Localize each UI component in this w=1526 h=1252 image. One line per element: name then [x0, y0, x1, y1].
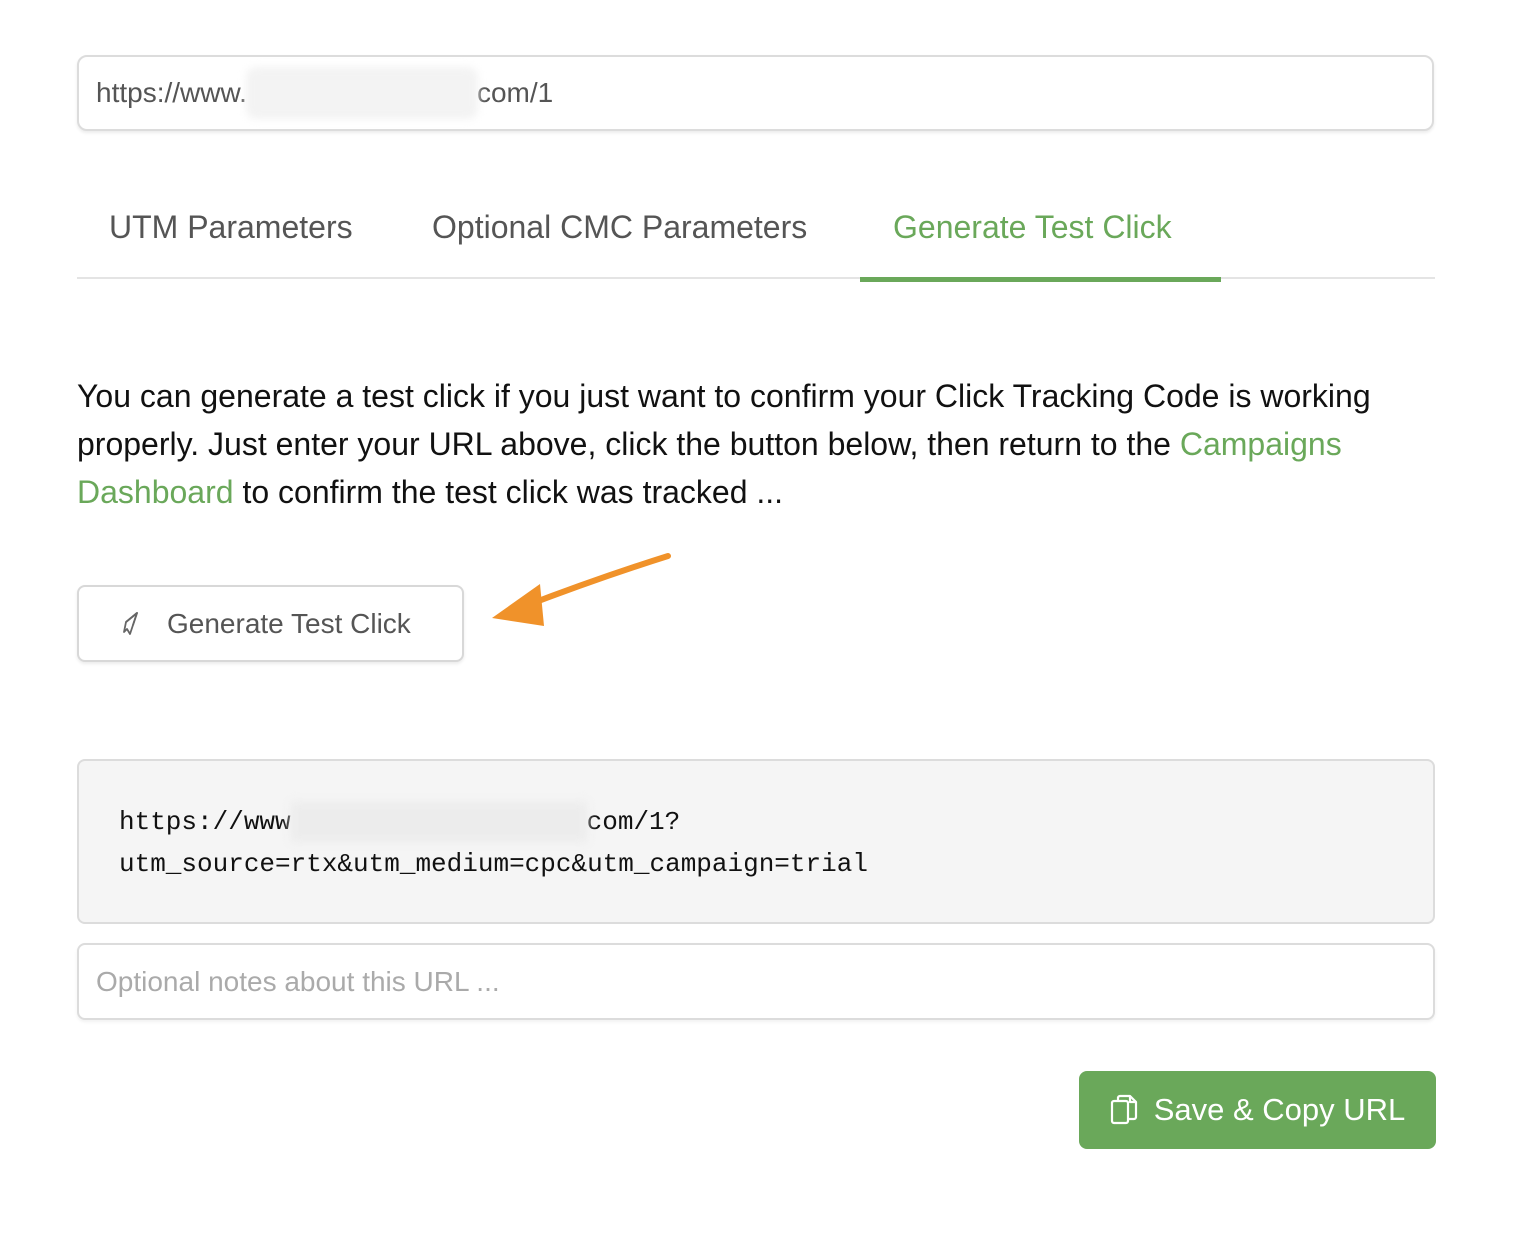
tab-bar: UTM Parameters Optional CMC Parameters G…	[77, 195, 1435, 282]
description-text: You can generate a test click if you jus…	[77, 372, 1447, 516]
url-input[interactable]: https://www. com/1	[77, 55, 1434, 131]
generated-url-box: https://www com/1? utm_source=rtx&utm_med…	[77, 759, 1435, 924]
generated-url-line2: utm_source=rtx&utm_medium=cpc&utm_campai…	[119, 849, 868, 879]
notes-placeholder: Optional notes about this URL ...	[96, 965, 500, 997]
description-before: You can generate a test click if you jus…	[77, 378, 1371, 462]
description-after: to confirm the test click was tracked ..…	[233, 474, 784, 510]
active-tab-indicator	[860, 277, 1221, 282]
rocket-icon	[117, 610, 143, 638]
notes-input[interactable]: Optional notes about this URL ...	[77, 943, 1435, 1020]
redacted-domain-code	[290, 802, 587, 843]
tab-generate-test-click[interactable]: Generate Test Click	[893, 209, 1172, 246]
tab-optional-cmc-parameters[interactable]: Optional CMC Parameters	[432, 209, 807, 246]
tab-utm-parameters[interactable]: UTM Parameters	[109, 209, 353, 246]
generate-test-click-label: Generate Test Click	[167, 607, 411, 639]
url-prefix: https://www.	[96, 77, 247, 108]
generated-url-line1: https://www com/1?	[119, 801, 1433, 843]
annotation-arrow-icon	[492, 553, 671, 626]
save-copy-url-button[interactable]: Save & Copy URL	[1079, 1071, 1436, 1149]
save-copy-url-label: Save & Copy URL	[1153, 1092, 1406, 1127]
url-suffix: com/1	[476, 77, 554, 108]
redacted-domain	[245, 67, 478, 119]
copy-icon	[1110, 1094, 1138, 1126]
generate-test-click-button[interactable]: Generate Test Click	[77, 585, 464, 662]
